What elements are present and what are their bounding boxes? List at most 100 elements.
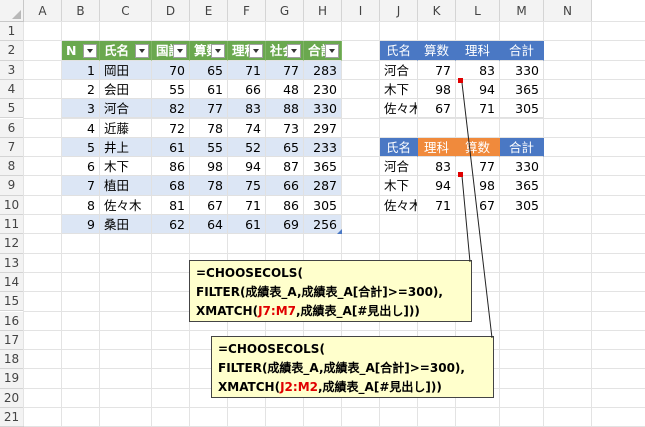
row-header-10[interactable]: 10 (0, 195, 24, 215)
table-a-cell: 283 (304, 60, 342, 80)
table-a-cell: 2 (62, 79, 100, 100)
row-header-1[interactable]: 1 (0, 22, 24, 42)
table-a-cell: 67 (190, 195, 228, 215)
table-a-cell: 81 (152, 195, 190, 215)
row-header-4[interactable]: 4 (0, 79, 24, 100)
table-a-cell: 1 (62, 60, 100, 80)
row-header-19[interactable]: 19 (0, 369, 24, 389)
column-header-C[interactable]: C (100, 0, 152, 22)
row-header-6[interactable]: 6 (0, 118, 24, 138)
table-c-cell: 305 (500, 195, 544, 215)
table-a-cell: 桑田 (100, 215, 152, 235)
row-header-5[interactable]: 5 (0, 99, 24, 119)
table-a-cell: 61 (190, 79, 228, 100)
table-a-header-label: N (66, 43, 77, 59)
row-header-13[interactable]: 13 (0, 253, 24, 273)
row-header-15[interactable]: 15 (0, 292, 24, 312)
column-header-I[interactable]: I (342, 0, 380, 22)
formula-callout-1: =CHOOSECOLS( FILTER(成績表_A,成績表_A[合計]>=300… (189, 260, 472, 322)
table-a-header-5: 社会 (266, 41, 304, 61)
table-b-cell: 河合 (380, 60, 418, 80)
column-header-F[interactable]: F (228, 0, 266, 22)
column-header-A[interactable]: A (24, 0, 62, 22)
row-header-11[interactable]: 11 (0, 215, 24, 235)
callout2-line1: =CHOOSECOLS( (218, 342, 325, 356)
formula-callout-2: =CHOOSECOLS( FILTER(成績表_A,成績表_A[合計]>=300… (211, 336, 494, 398)
filter-dropdown-icon[interactable] (325, 44, 339, 59)
table-a-cell: 88 (266, 99, 304, 119)
callout2-line2: FILTER(成績表_A,成績表_A[合計]>=300), (218, 361, 465, 375)
table-a-cell: 77 (266, 60, 304, 80)
table-a-cell: 78 (190, 118, 228, 138)
table-a-cell: 70 (152, 60, 190, 80)
table-b-cell: 330 (500, 60, 544, 80)
grid-hline (24, 329, 645, 331)
select-all-corner[interactable] (0, 0, 24, 22)
table-resize-handle[interactable] (337, 229, 342, 235)
column-header-D[interactable]: D (152, 0, 190, 22)
column-header-K[interactable]: K (418, 0, 456, 22)
grid-hline (24, 252, 645, 254)
callout2-ref: J2:M2 (280, 380, 318, 394)
row-header-3[interactable]: 3 (0, 60, 24, 80)
row-header-8[interactable]: 8 (0, 157, 24, 177)
table-b-cell: 佐々木 (380, 99, 418, 119)
row-header-20[interactable]: 20 (0, 388, 24, 408)
table-c-cell: 67 (456, 195, 500, 215)
row-header-2[interactable]: 2 (0, 41, 24, 61)
table-a-header-4: 理科 (228, 41, 266, 61)
filter-dropdown-icon[interactable] (287, 44, 301, 59)
table-a-cell: 365 (304, 157, 342, 177)
filter-dropdown-icon[interactable] (211, 44, 225, 59)
table-a-cell: 64 (190, 215, 228, 235)
table-a-cell: 55 (152, 79, 190, 100)
table-c-header-1: 理科 (418, 137, 456, 158)
grid-hline (24, 21, 645, 22)
table-b-cell: 67 (418, 99, 456, 119)
callout2-line3-pre: XMATCH( (218, 380, 281, 394)
row-header-9[interactable]: 9 (0, 176, 24, 196)
filter-dropdown-icon[interactable] (83, 44, 97, 59)
table-a-cell: 近藤 (100, 118, 152, 138)
filter-dropdown-icon[interactable] (173, 44, 187, 59)
row-header-7[interactable]: 7 (0, 137, 24, 158)
column-header-J[interactable]: J (380, 0, 418, 22)
table-c-cell: 330 (500, 157, 544, 177)
table-a-cell: 岡田 (100, 60, 152, 80)
table-a-cell: 8 (62, 195, 100, 215)
table-a-cell: 87 (266, 157, 304, 177)
column-header-E[interactable]: E (190, 0, 228, 22)
column-header-G[interactable]: G (266, 0, 304, 22)
row-header-21[interactable]: 21 (0, 408, 24, 427)
filter-dropdown-icon[interactable] (135, 44, 149, 59)
table-a-cell: 83 (228, 99, 266, 119)
table-b-cell: 83 (456, 60, 500, 80)
row-header-17[interactable]: 17 (0, 330, 24, 351)
table-a-cell: 77 (190, 99, 228, 119)
column-header-M[interactable]: M (500, 0, 544, 22)
table-a-cell: 65 (266, 137, 304, 158)
table-a-cell: 72 (152, 118, 190, 138)
row-header-14[interactable]: 14 (0, 272, 24, 293)
column-header-L[interactable]: L (456, 0, 500, 22)
table-a-cell: 66 (228, 79, 266, 100)
column-header-B[interactable]: B (62, 0, 100, 22)
table-a-cell: 233 (304, 137, 342, 158)
table-c-cell: 98 (456, 176, 500, 196)
table-c-cell: 河合 (380, 157, 418, 177)
row-header-18[interactable]: 18 (0, 350, 24, 370)
table-a-cell: 6 (62, 157, 100, 177)
table-a-cell: 287 (304, 176, 342, 196)
column-header-H[interactable]: H (304, 0, 342, 22)
row-header-12[interactable]: 12 (0, 234, 24, 254)
table-a-header-0: N (62, 41, 100, 61)
filter-dropdown-icon[interactable] (249, 44, 263, 59)
table-a-cell: 230 (304, 79, 342, 100)
table-c-header-3: 合計 (500, 137, 544, 158)
callout1-ref: J7:M7 (258, 304, 296, 318)
table-a-cell: 86 (266, 195, 304, 215)
column-header-N[interactable]: N (544, 0, 592, 22)
grid-vline (591, 22, 592, 426)
row-header-16[interactable]: 16 (0, 311, 24, 331)
callout1-line2: FILTER(成績表_A,成績表_A[合計]>=300), (196, 285, 443, 299)
